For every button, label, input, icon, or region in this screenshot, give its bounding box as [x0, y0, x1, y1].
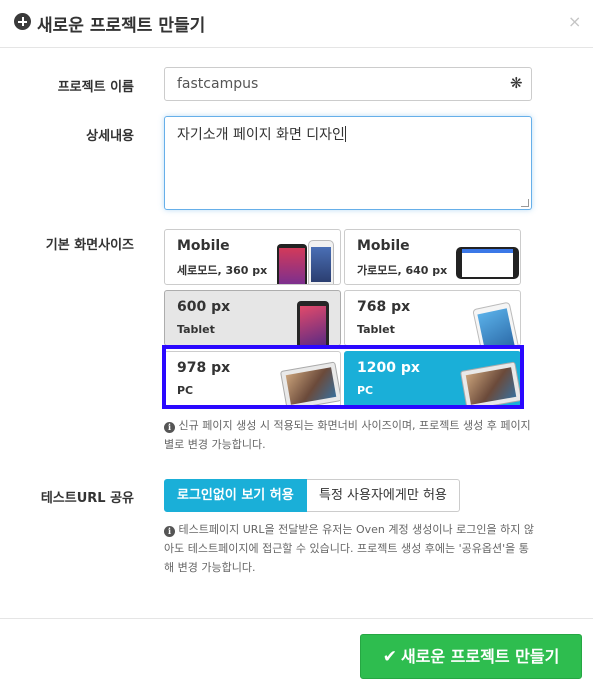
project-name-label: 프로젝트 이름 — [57, 80, 134, 95]
landscape-phone-icon — [456, 247, 519, 279]
create-project-label: 새로운 프로젝트 만들기 — [400, 647, 560, 666]
portrait-phones-icon — [277, 244, 307, 284]
share-help: i 테스트페이지 URL을 전달받은 유저는 Oven 계정 생성이나 로그인을… — [164, 520, 536, 577]
size-option-768-tablet[interactable]: 768 px Tablet — [344, 290, 521, 346]
description-text: 자기소개 페이지 화면 디자인 — [177, 127, 345, 143]
check-icon: ✔ — [382, 647, 397, 667]
resize-handle-icon[interactable] — [521, 199, 529, 207]
size-option-subtitle: 가로모드, 640 px — [357, 264, 448, 277]
info-icon: i — [164, 422, 175, 433]
size-option-subtitle: 세로모드, 360 px — [177, 264, 268, 277]
size-option-title: Mobile — [357, 238, 410, 254]
size-option-subtitle: Tablet — [177, 323, 215, 336]
description-label: 상세내용 — [86, 129, 134, 144]
required-icon: ❋ — [510, 74, 523, 92]
info-icon: i — [164, 526, 175, 537]
text-caret — [344, 126, 346, 142]
size-option-mobile-portrait[interactable]: Mobile 세로모드, 360 px — [164, 229, 341, 285]
share-public-button[interactable]: 로그인없이 보기 허용 — [164, 479, 307, 512]
size-option-title: 768 px — [357, 299, 411, 315]
share-specific-users-button[interactable]: 특정 사용자에게만 허용 — [307, 479, 460, 512]
screen-size-help: i 신규 페이지 생성 시 적용되는 화면너비 사이즈이며, 프로젝트 생성 후… — [164, 416, 544, 454]
size-option-title: 600 px — [177, 299, 231, 315]
size-option-600-tablet[interactable]: 600 px Tablet — [164, 290, 341, 346]
size-option-subtitle: Tablet — [357, 323, 395, 336]
share-help-text: 테스트페이지 URL을 전달받은 유저는 Oven 계정 생성이나 로그인을 하… — [164, 523, 534, 574]
ipad-icon — [472, 301, 520, 345]
close-icon[interactable]: × — [568, 12, 581, 31]
screen-size-help-text: 신규 페이지 생성 시 적용되는 화면너비 사이즈이며, 프로젝트 생성 후 페… — [164, 419, 531, 451]
modal-title: 새로운 프로젝트 만들기 — [37, 16, 206, 36]
plus-circle-icon — [14, 13, 31, 30]
description-textarea[interactable]: 자기소개 페이지 화면 디자인 — [164, 116, 532, 210]
small-tablet-icon — [297, 301, 329, 345]
share-url-label: 테스트URL 공유 — [40, 491, 134, 506]
size-option-title: Mobile — [177, 238, 230, 254]
project-name-input[interactable]: fastcampus — [164, 67, 532, 101]
selection-highlight — [162, 345, 524, 409]
modal-header: 새로운 프로젝트 만들기 × — [0, 0, 593, 48]
size-option-mobile-landscape[interactable]: Mobile 가로모드, 640 px — [344, 229, 521, 285]
create-project-button[interactable]: ✔ 새로운 프로젝트 만들기 — [360, 634, 582, 679]
white-phone-icon — [308, 240, 334, 284]
screen-size-label: 기본 화면사이즈 — [45, 238, 134, 253]
